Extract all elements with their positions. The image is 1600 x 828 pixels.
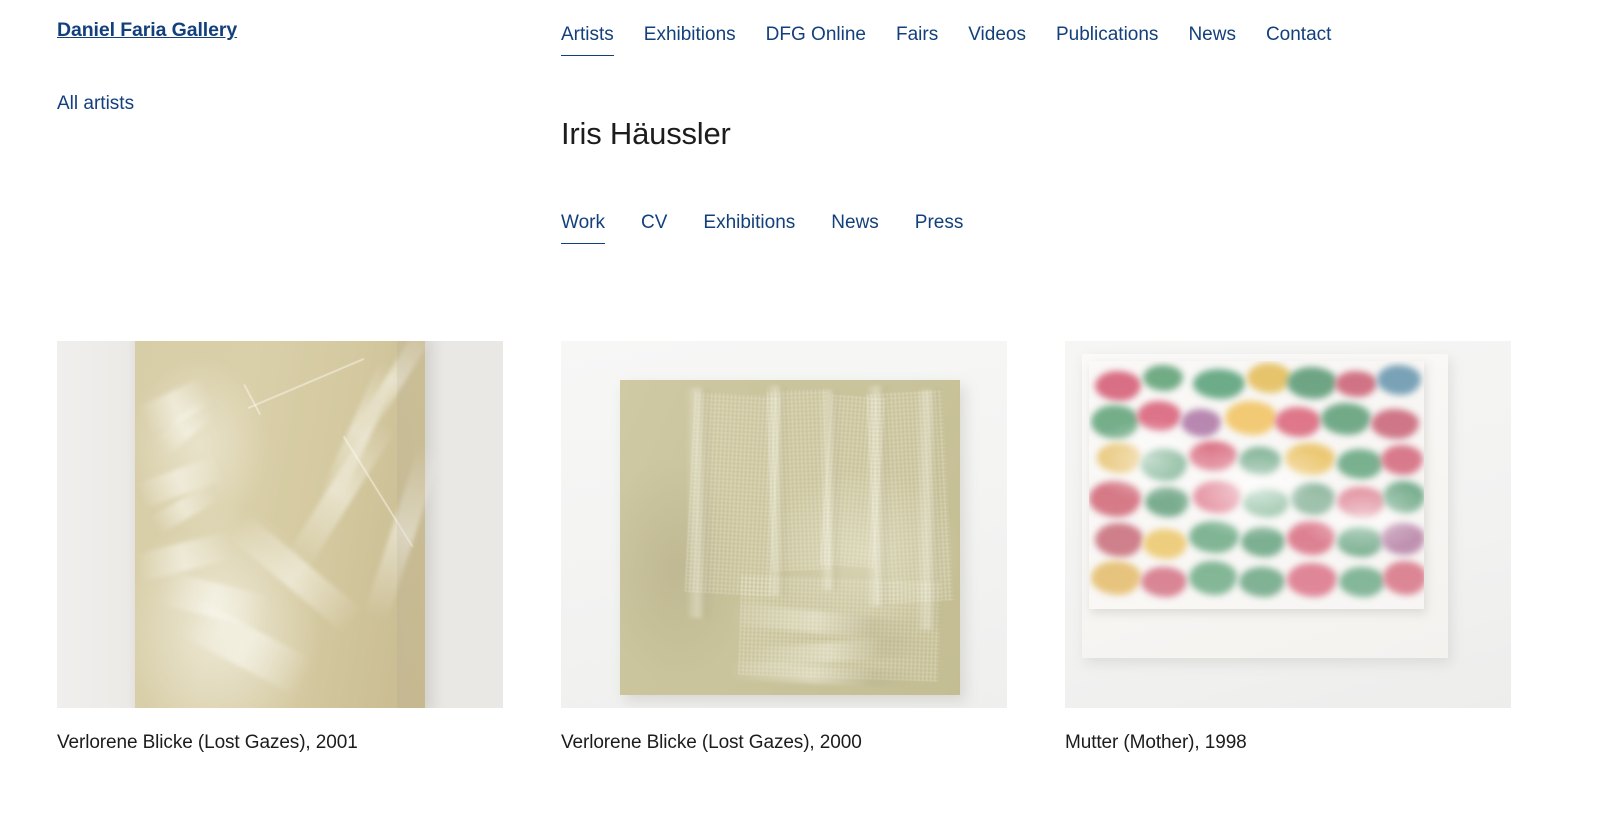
artwork-wall-shadow — [397, 341, 443, 708]
artwork-thumbnail-verlorene-blicke-2000[interactable] — [561, 341, 1007, 708]
artist-tabs: Work CV Exhibitions News Press — [561, 211, 963, 244]
main-navigation: Artists Exhibitions DFG Online Fairs Vid… — [561, 23, 1331, 56]
artist-tab-work[interactable]: Work — [561, 211, 605, 244]
artist-tab-cv[interactable]: CV — [641, 211, 667, 244]
nav-item-exhibitions[interactable]: Exhibitions — [644, 23, 736, 56]
nav-item-publications[interactable]: Publications — [1056, 23, 1158, 56]
nav-item-dfg-online[interactable]: DFG Online — [766, 23, 866, 56]
gallery-artist-page: Daniel Faria Gallery Artists Exhibitions… — [0, 0, 1600, 828]
nav-item-artists[interactable]: Artists — [561, 23, 614, 56]
artwork-surface — [133, 341, 443, 708]
work-grid: Verlorene Blicke (Lost Gazes), 2001 Verl… — [57, 341, 1512, 756]
artwork-caption: Mutter (Mother), 1998 — [1065, 732, 1247, 753]
artist-tab-exhibitions[interactable]: Exhibitions — [703, 211, 795, 244]
nav-item-contact[interactable]: Contact — [1266, 23, 1331, 56]
work-item: Verlorene Blicke (Lost Gazes), 2000 — [561, 341, 1007, 756]
artwork-caption: Verlorene Blicke (Lost Gazes), 2001 — [57, 732, 358, 753]
nav-item-fairs[interactable]: Fairs — [896, 23, 938, 56]
artwork-caption: Verlorene Blicke (Lost Gazes), 2000 — [561, 732, 862, 753]
artwork-surface — [620, 380, 960, 695]
nav-item-videos[interactable]: Videos — [968, 23, 1026, 56]
site-logo[interactable]: Daniel Faria Gallery — [57, 19, 237, 42]
artwork-surface — [1089, 361, 1424, 609]
artist-tab-news[interactable]: News — [831, 211, 879, 244]
artist-tab-press[interactable]: Press — [915, 211, 964, 244]
artwork-thumbnail-verlorene-blicke-2001[interactable] — [57, 341, 503, 708]
artwork-thumbnail-mutter-1998[interactable] — [1065, 341, 1511, 708]
work-item: Mutter (Mother), 1998 — [1065, 341, 1511, 756]
nav-item-news[interactable]: News — [1188, 23, 1236, 56]
page-title: Iris Häussler — [561, 115, 731, 151]
work-item: Verlorene Blicke (Lost Gazes), 2001 — [57, 341, 503, 756]
artwork-wax-haze — [1089, 361, 1424, 609]
sidebar: All artists — [57, 92, 497, 116]
all-artists-link[interactable]: All artists — [57, 93, 134, 114]
